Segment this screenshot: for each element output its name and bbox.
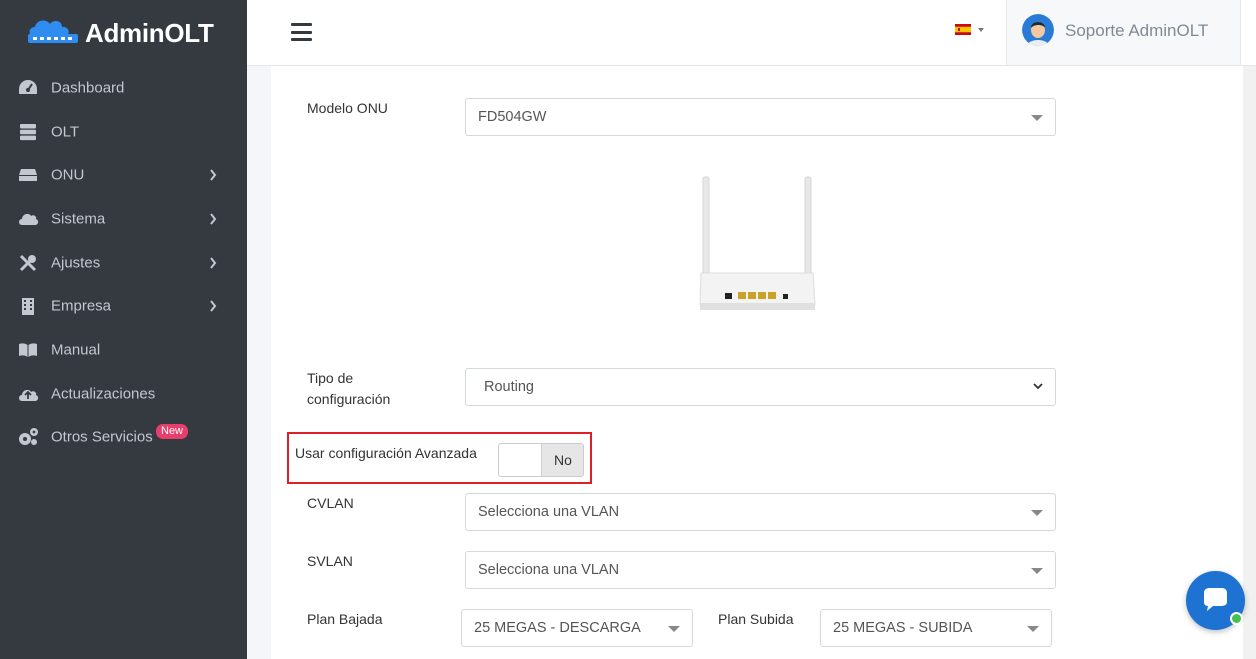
sidebar-item-ajustes[interactable]: Ajustes — [0, 241, 247, 285]
cvlan-placeholder: Selecciona una VLAN — [478, 504, 620, 520]
chevron-right-icon — [210, 256, 217, 269]
cloud-icon — [17, 209, 39, 229]
sidebar-item-onu[interactable]: ONU — [0, 153, 247, 197]
svlan-label: SVLAN — [307, 553, 353, 569]
plan-subida-select[interactable]: 25 MEGAS - SUBIDA — [820, 609, 1052, 647]
es-flag-icon[interactable] — [955, 24, 971, 35]
user-menu[interactable]: Soporte AdminOLT — [1006, 0, 1241, 65]
avatar — [1022, 14, 1054, 46]
plan-bajada-value: 25 MEGAS - DESCARGA — [474, 620, 641, 636]
brand-name: AdminOLT — [85, 18, 214, 48]
caret-down-icon — [1027, 626, 1039, 632]
plan-subida-label: Plan Subida — [718, 611, 794, 627]
caret-down-icon[interactable] — [978, 28, 984, 32]
sidebar-item-otros-servicios[interactable]: Otros Servicios New — [0, 416, 247, 460]
menu-toggle-icon[interactable] — [291, 23, 312, 41]
sidebar-item-dashboard[interactable]: Dashboard — [0, 66, 247, 110]
caret-down-icon — [668, 626, 680, 632]
chevron-right-icon — [210, 300, 217, 312]
sidebar-item-empresa[interactable]: Empresa — [0, 284, 247, 328]
book-icon — [17, 340, 39, 360]
caret-down-icon — [1031, 568, 1043, 574]
plan-bajada-label: Plan Bajada — [307, 611, 383, 627]
sidebar-item-label: Otros Servicios — [51, 428, 153, 446]
svlan-placeholder: Selecciona una VLAN — [478, 562, 620, 578]
sidebar-item-actualizaciones[interactable]: Actualizaciones — [0, 372, 247, 416]
sidebar-nav: Dashboard OLT ONU Sistema Ajustes Empres… — [0, 66, 247, 459]
sidebar-item-label: Ajustes — [51, 254, 101, 272]
sidebar-item-label: Manual — [51, 341, 101, 359]
tipo-config-label: Tipo de configuración — [307, 370, 391, 407]
sidebar-item-label: Sistema — [51, 210, 106, 228]
plan-bajada-select[interactable]: 25 MEGAS - DESCARGA — [461, 609, 693, 647]
modelo-onu-value: FD504GW — [478, 109, 547, 125]
brand[interactable]: AdminOLT — [0, 0, 247, 66]
online-status-dot — [1230, 612, 1243, 625]
tipo-config-value: Routing — [484, 379, 534, 395]
caret-down-icon — [1031, 115, 1043, 121]
tipo-config-select[interactable]: Routing — [465, 368, 1056, 406]
sidebar-item-manual[interactable]: Manual — [0, 328, 247, 372]
server-icon — [17, 122, 39, 142]
olt-logo-icon — [28, 20, 78, 43]
sidebar: AdminOLT Dashboard OLT ONU Sistema Ajust… — [0, 0, 247, 659]
cloud-upload-icon — [17, 384, 39, 404]
avanzada-label: Usar configuración Avanzada — [295, 445, 477, 461]
caret-down-icon — [1031, 510, 1043, 516]
sidebar-item-label: OLT — [51, 123, 80, 141]
cogs-icon — [17, 427, 39, 447]
user-name: Soporte AdminOLT — [1065, 21, 1209, 40]
avanzada-toggle[interactable]: No — [498, 443, 584, 477]
sidebar-item-label: Empresa — [51, 297, 112, 315]
top-header: Soporte AdminOLT — [247, 0, 1256, 66]
onu-device-image — [699, 176, 816, 310]
building-icon — [17, 296, 39, 316]
svlan-select[interactable]: Selecciona una VLAN — [465, 551, 1056, 589]
cvlan-select[interactable]: Selecciona una VLAN — [465, 493, 1056, 531]
sidebar-item-sistema[interactable]: Sistema — [0, 197, 247, 241]
cvlan-label: CVLAN — [307, 495, 354, 511]
hdd-icon — [17, 165, 39, 185]
new-badge: New — [156, 423, 189, 439]
sidebar-item-label: Dashboard — [51, 79, 125, 97]
modelo-onu-label: Modelo ONU — [307, 100, 388, 116]
sidebar-item-label: Actualizaciones — [51, 385, 156, 403]
sidebar-item-label: ONU — [51, 166, 85, 184]
chevron-right-icon — [210, 213, 217, 225]
plan-subida-value: 25 MEGAS - SUBIDA — [833, 620, 973, 636]
chevron-right-icon — [210, 169, 217, 181]
sidebar-item-olt[interactable]: OLT — [0, 110, 247, 154]
chevron-down-icon — [1033, 383, 1043, 390]
modelo-onu-select[interactable]: FD504GW — [465, 98, 1056, 136]
toggle-off-label: No — [541, 444, 583, 476]
tools-icon — [17, 253, 39, 273]
gauge-icon — [17, 78, 39, 98]
